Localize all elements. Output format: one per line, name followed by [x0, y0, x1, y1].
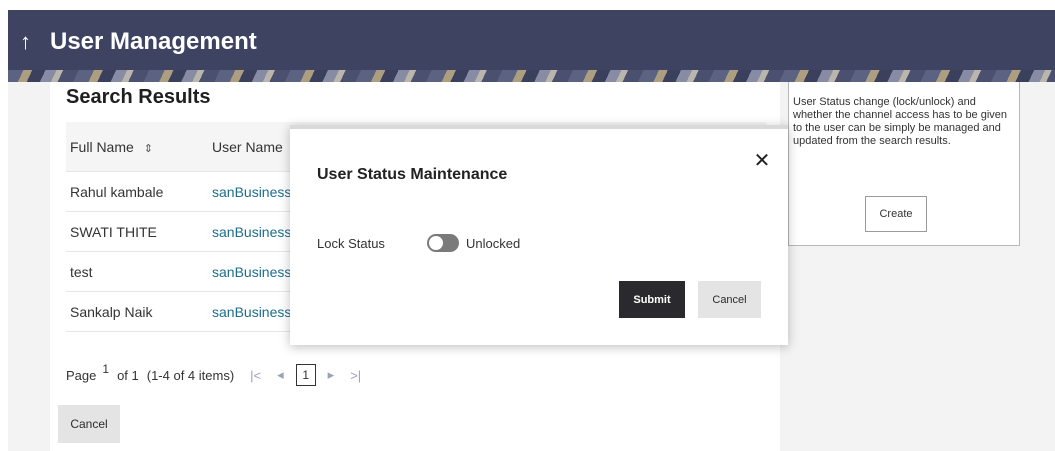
close-icon[interactable]: ✕: [752, 151, 772, 171]
lock-status-label: Lock Status: [317, 236, 385, 251]
user-status-modal: User Status Maintenance ✕ Lock Status Un…: [290, 125, 788, 345]
toggle-knob: [429, 236, 443, 250]
lock-status-value: Unlocked: [466, 236, 521, 251]
modal-cancel-button[interactable]: Cancel: [698, 281, 761, 318]
lock-status-toggle[interactable]: [427, 234, 459, 252]
modal-title: User Status Maintenance: [317, 166, 508, 183]
submit-button[interactable]: Submit: [619, 281, 685, 318]
